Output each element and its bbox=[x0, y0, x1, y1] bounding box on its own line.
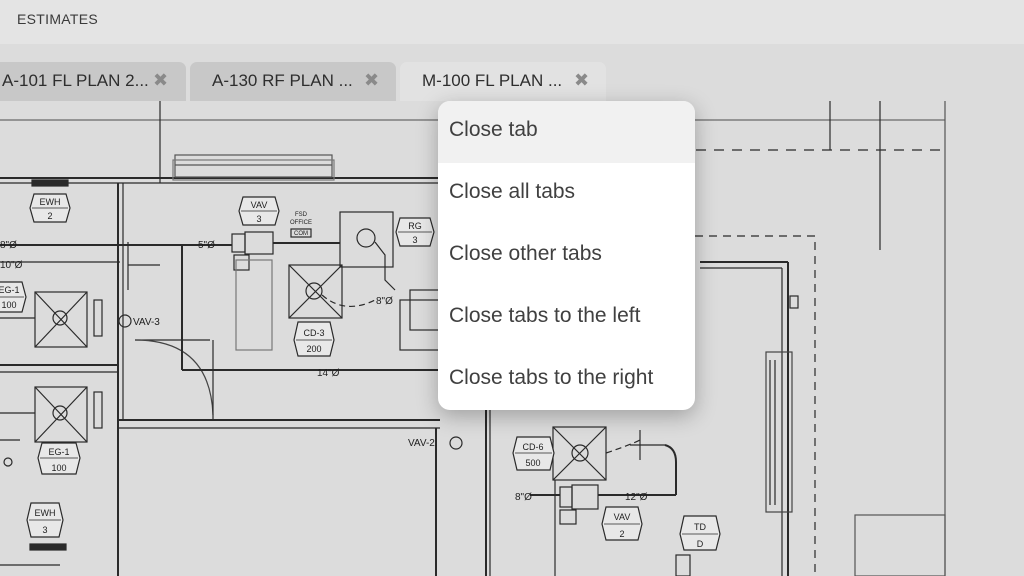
fsd-label-1: FSD bbox=[295, 212, 308, 218]
tag-vav-3-bottom: 3 bbox=[256, 214, 261, 224]
tag-ewh-3-bottom: 3 bbox=[42, 525, 47, 535]
menu-item-close-tabs-left[interactable]: Close tabs to the left bbox=[438, 287, 695, 349]
tab-a101-close-icon[interactable]: ✖ bbox=[153, 70, 168, 91]
menu-item-close-tab[interactable]: Close tab bbox=[438, 101, 695, 163]
fsd-label-2: OFFICE bbox=[290, 220, 312, 226]
duct-label-8in-a: 8"Ø bbox=[0, 240, 17, 251]
tag-cd6-top: CD-6 bbox=[522, 442, 543, 452]
tab-a101-label: A-101 FL PLAN 2... bbox=[2, 71, 149, 90]
tab-a101[interactable]: A-101 FL PLAN 2... ✖ bbox=[0, 62, 186, 101]
tag-vav-3-top: VAV bbox=[251, 200, 268, 210]
menu-item-close-other-tabs-label: Close other tabs bbox=[449, 242, 602, 265]
tab-m100-close-icon[interactable]: ✖ bbox=[574, 70, 589, 91]
tag-td-bottom: D bbox=[697, 539, 704, 549]
menu-item-close-other-tabs[interactable]: Close other tabs bbox=[438, 225, 695, 287]
duct-label-10in: 10"Ø bbox=[0, 260, 23, 271]
vav3-label: VAV-3 bbox=[133, 317, 160, 328]
menu-item-close-tabs-left-label: Close tabs to the left bbox=[449, 304, 641, 327]
duct-label-8in-c: 8"Ø bbox=[515, 492, 532, 503]
vav2-label: VAV-2 bbox=[408, 438, 435, 449]
duct-label-8in-b: 8"Ø bbox=[376, 296, 393, 307]
tab-context-menu: Close tab Close all tabs Close other tab… bbox=[438, 101, 695, 410]
fsd-label-3: COM bbox=[294, 231, 308, 237]
menu-item-close-tabs-right[interactable]: Close tabs to the right bbox=[438, 349, 695, 410]
tab-a130[interactable]: A-130 RF PLAN ... ✖ bbox=[190, 62, 396, 101]
duct-label-14in: 14"Ø bbox=[317, 368, 340, 379]
tab-a130-close-icon[interactable]: ✖ bbox=[364, 70, 379, 91]
menu-item-close-all-tabs[interactable]: Close all tabs bbox=[438, 163, 695, 225]
tag-rg-3-top: RG bbox=[408, 221, 422, 231]
tag-eg1-a-bottom: 100 bbox=[1, 300, 16, 310]
tag-ewh-2-bottom: 2 bbox=[47, 211, 52, 221]
tag-ewh-3-top: EWH bbox=[35, 508, 56, 518]
tag-eg1-a-top: EG-1 bbox=[0, 285, 20, 295]
tag-eg1-b-bottom: 100 bbox=[51, 463, 66, 473]
tag-td-top: TD bbox=[694, 522, 706, 532]
tab-a130-label: A-130 RF PLAN ... bbox=[212, 71, 353, 90]
tag-cd3-top: CD-3 bbox=[303, 328, 324, 338]
menu-item-close-tab-label: Close tab bbox=[449, 118, 538, 141]
top-bar: ESTIMATES bbox=[0, 0, 1024, 45]
tag-cd6-bottom: 500 bbox=[525, 458, 540, 468]
tab-m100-label: M-100 FL PLAN ... bbox=[422, 71, 563, 90]
menu-item-close-all-tabs-label: Close all tabs bbox=[449, 180, 576, 203]
duct-label-12in: 12"Ø bbox=[625, 492, 648, 503]
tag-eg1-b-top: EG-1 bbox=[48, 447, 69, 457]
tab-strip: A-101 FL PLAN 2... ✖ A-130 RF PLAN ... ✖… bbox=[0, 44, 1024, 101]
tag-cd3-bottom: 200 bbox=[306, 344, 321, 354]
tag-vav-2-bottom: 2 bbox=[619, 529, 624, 539]
app-title: ESTIMATES bbox=[17, 11, 99, 27]
duct-label-5in: 5"Ø bbox=[198, 240, 215, 251]
tag-ewh-2-top: EWH bbox=[40, 197, 61, 207]
menu-item-close-tabs-right-label: Close tabs to the right bbox=[449, 366, 654, 389]
tab-m100[interactable]: M-100 FL PLAN ... ✖ bbox=[400, 62, 606, 101]
tag-rg-3-bottom: 3 bbox=[412, 235, 417, 245]
tag-vav-2-top: VAV bbox=[614, 512, 631, 522]
